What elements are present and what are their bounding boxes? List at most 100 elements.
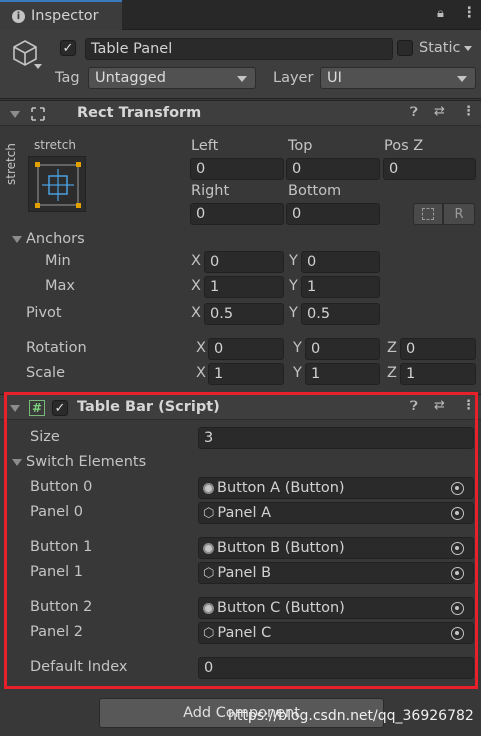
fold-arrow-icon[interactable] xyxy=(10,111,20,118)
chevron-down-icon xyxy=(457,76,467,82)
top-field[interactable]: 0 xyxy=(286,158,380,180)
min-x-axis-label: X xyxy=(191,253,201,269)
icon-dropdown-caret[interactable] xyxy=(34,64,42,69)
anchor-preset-icon xyxy=(35,162,81,208)
tag-value: Untagged xyxy=(95,70,166,86)
cube-icon: ⬡ xyxy=(203,505,215,521)
rotation-z-field[interactable]: 0 xyxy=(400,338,476,360)
switch-elements-label[interactable]: Switch Elements xyxy=(26,454,146,470)
script-enabled-checkbox[interactable]: ✓ xyxy=(52,400,68,416)
left-field[interactable]: 0 xyxy=(190,158,284,180)
button-component-icon xyxy=(203,482,214,494)
help-icon[interactable]: ❓︎ xyxy=(410,105,418,120)
preset-settings-icon[interactable]: ⇄ xyxy=(434,398,445,413)
default-index-field[interactable]: 0 xyxy=(198,657,474,679)
gameobject-header: ✓ Table Panel Static Tag Untagged Layer … xyxy=(0,30,481,99)
static-dropdown-caret[interactable] xyxy=(464,46,472,51)
min-y-field[interactable]: 0 xyxy=(301,251,380,273)
rotation-y-field[interactable]: 0 xyxy=(305,338,380,360)
button2-label: Button 2 xyxy=(30,599,93,615)
cube-icon: ⬡ xyxy=(203,565,215,581)
button-component-icon xyxy=(203,602,214,614)
default-index-label: Default Index xyxy=(30,659,128,675)
layer-value: UI xyxy=(327,70,342,86)
blueprint-icon xyxy=(422,208,434,220)
help-icon[interactable]: ❓︎ xyxy=(410,399,418,414)
static-checkbox[interactable] xyxy=(397,40,413,56)
object-name-field[interactable]: Table Panel xyxy=(85,38,393,60)
switch-elements-fold-icon[interactable] xyxy=(12,459,22,466)
right-field[interactable]: 0 xyxy=(190,203,284,225)
anchor-preset-top-label: stretch xyxy=(34,138,76,152)
anchor-preset-side-label: stretch xyxy=(4,143,18,185)
button1-object-field[interactable]: Button B (Button) xyxy=(198,537,474,559)
fold-arrow-icon[interactable] xyxy=(10,405,20,412)
rect-transform-header[interactable]: Rect Transform ❓︎ ⇄ ⋮ xyxy=(0,100,481,126)
panel0-object-field[interactable]: ⬡ Panel A xyxy=(198,502,474,524)
anchors-label[interactable]: Anchors xyxy=(26,231,85,247)
lock-icon[interactable]: 🔒︎ xyxy=(437,6,444,21)
max-y-axis-label: Y xyxy=(289,278,298,294)
component-menu-icon[interactable]: ⋮ xyxy=(462,398,475,413)
panel2-object-field[interactable]: ⬡ Panel C xyxy=(198,622,474,644)
min-x-field[interactable]: 0 xyxy=(204,251,284,273)
min-y-axis-label: Y xyxy=(289,253,298,269)
scale-x-field[interactable]: 1 xyxy=(208,363,284,385)
button2-object-field[interactable]: Button C (Button) xyxy=(198,597,474,619)
pivot-y-field[interactable]: 0.5 xyxy=(301,303,380,325)
rotation-x-field[interactable]: 0 xyxy=(208,338,284,360)
object-picker-icon[interactable] xyxy=(451,602,464,615)
tag-label: Tag xyxy=(55,70,80,86)
button0-label: Button 0 xyxy=(30,479,93,495)
scale-z-field[interactable]: 1 xyxy=(400,363,476,385)
anchors-fold-icon[interactable] xyxy=(12,236,22,243)
panel1-object-field[interactable]: ⬡ Panel B xyxy=(198,562,474,584)
left-label: Left xyxy=(191,138,219,154)
object-picker-icon[interactable] xyxy=(451,627,464,640)
object-picker-icon[interactable] xyxy=(451,567,464,580)
bottom-field[interactable]: 0 xyxy=(286,203,380,225)
object-picker-icon[interactable] xyxy=(451,507,464,520)
button2-value: Button C (Button) xyxy=(217,600,345,616)
top-label: Top xyxy=(288,138,313,154)
size-label: Size xyxy=(30,429,60,445)
inspector-tab-label: Inspector xyxy=(31,8,99,24)
max-x-field[interactable]: 1 xyxy=(204,276,284,298)
panel1-value: Panel B xyxy=(217,565,272,581)
panel0-value: Panel A xyxy=(217,505,272,521)
rotation-y-axis-label: Y xyxy=(293,340,302,356)
rotation-label: Rotation xyxy=(26,340,87,356)
script-hash-icon: # xyxy=(29,400,45,416)
inspector-tab[interactable]: i Inspector xyxy=(0,0,122,30)
button1-value: Button B (Button) xyxy=(217,540,345,556)
button-component-icon xyxy=(203,542,214,554)
anchor-preset-button[interactable] xyxy=(28,156,86,212)
max-label: Max xyxy=(45,278,75,294)
panel2-label: Panel 2 xyxy=(30,624,83,640)
pivot-x-field[interactable]: 0.5 xyxy=(204,303,284,325)
size-field[interactable]: 3 xyxy=(198,427,474,449)
posz-field[interactable]: 0 xyxy=(383,158,476,180)
scale-x-axis-label: X xyxy=(196,365,206,381)
active-checkbox[interactable]: ✓ xyxy=(60,40,76,56)
object-picker-icon[interactable] xyxy=(451,482,464,495)
rotation-x-axis-label: X xyxy=(196,340,206,356)
scale-y-axis-label: Y xyxy=(293,365,302,381)
scale-z-axis-label: Z xyxy=(387,365,397,381)
raw-edit-button[interactable]: R xyxy=(443,203,475,225)
preset-settings-icon[interactable]: ⇄ xyxy=(434,104,445,119)
bottom-label: Bottom xyxy=(288,183,342,199)
scale-y-field[interactable]: 1 xyxy=(305,363,380,385)
table-bar-header[interactable]: # ✓ Table Bar (Script) ❓︎ ⇄ ⋮ xyxy=(0,394,481,420)
button0-object-field[interactable]: Button A (Button) xyxy=(198,477,474,499)
blueprint-mode-button[interactable] xyxy=(413,203,443,225)
layer-dropdown[interactable]: UI xyxy=(320,67,476,89)
min-label: Min xyxy=(45,253,71,269)
tag-dropdown[interactable]: Untagged xyxy=(88,67,256,89)
max-y-field[interactable]: 1 xyxy=(301,276,380,298)
chevron-down-icon xyxy=(237,76,247,82)
object-picker-icon[interactable] xyxy=(451,542,464,555)
panel0-label: Panel 0 xyxy=(30,504,83,520)
more-menu-icon[interactable]: ⋮ xyxy=(462,5,477,21)
component-menu-icon[interactable]: ⋮ xyxy=(462,104,475,119)
